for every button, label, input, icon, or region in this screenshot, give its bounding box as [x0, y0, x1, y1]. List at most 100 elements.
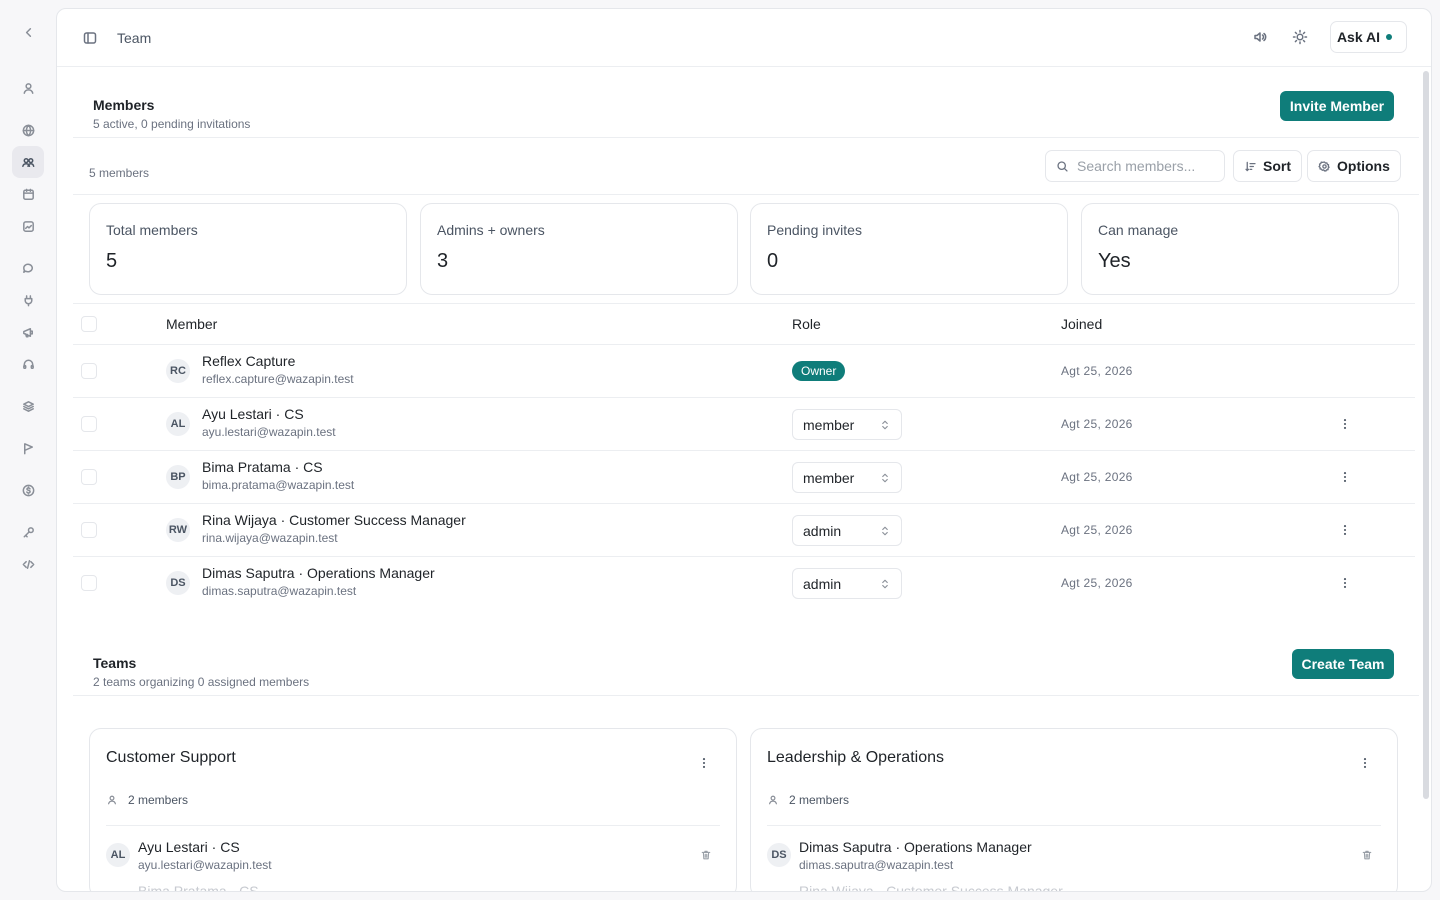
sort-button[interactable]: Sort: [1233, 150, 1302, 182]
team-member-name: Dimas Saputra · Operations Manager: [799, 839, 1032, 855]
team-member-name: Ayu Lestari · CS: [138, 839, 240, 855]
stat-value: 3: [437, 250, 449, 272]
row-checkbox[interactable]: [81, 363, 97, 379]
billing-icon[interactable]: [12, 474, 44, 506]
sort-label: Sort: [1263, 158, 1291, 174]
member-email: dimas.saputra@wazapin.test: [202, 584, 357, 598]
create-team-button[interactable]: Create Team: [1292, 649, 1394, 679]
role-select[interactable]: admin: [792, 568, 902, 599]
column-header-joined[interactable]: Joined: [1061, 316, 1102, 332]
options-button[interactable]: Options: [1307, 150, 1401, 182]
sidebar-toggle-icon[interactable]: [81, 29, 99, 47]
joined-date: Agt 25, 2026: [1061, 470, 1133, 484]
stat-card-can-manage: Can manage Yes: [1081, 203, 1399, 295]
user-icon: [767, 794, 779, 806]
row-checkbox[interactable]: [81, 522, 97, 538]
row-menu-icon[interactable]: [1335, 520, 1355, 540]
members-header: Members 5 active, 0 pending invitations: [93, 97, 250, 131]
trash-icon[interactable]: [1361, 849, 1375, 863]
role-select[interactable]: admin: [792, 515, 902, 546]
page-title: Team: [117, 29, 152, 46]
table-row: RW Rina Wijaya · Customer Success Manage…: [73, 504, 1415, 557]
role-value: admin: [803, 575, 842, 592]
role-value: admin: [803, 522, 842, 539]
table-row: BP Bima Pratama · CS bima.pratama@wazapi…: [73, 451, 1415, 504]
megaphone-icon[interactable]: [12, 316, 44, 348]
avatar: DS: [166, 571, 190, 595]
members-table: Member Role Joined RC Reflex Capture ref…: [73, 303, 1415, 610]
layers-icon[interactable]: [12, 390, 44, 422]
joined-date: Agt 25, 2026: [1061, 523, 1133, 537]
role-select[interactable]: member: [792, 409, 902, 440]
ask-ai-button[interactable]: Ask AI: [1329, 21, 1407, 53]
row-menu-icon[interactable]: [1335, 414, 1355, 434]
row-menu-icon[interactable]: [1335, 573, 1355, 593]
team-name: Customer Support: [106, 749, 236, 766]
avatar: RC: [166, 359, 190, 383]
trash-icon[interactable]: [700, 849, 714, 863]
role-value: member: [803, 416, 855, 433]
user-icon: [106, 794, 118, 806]
sort-icon: [1244, 160, 1257, 173]
divider: [73, 137, 1419, 138]
stat-label: Admins + owners: [437, 222, 545, 238]
chevron-left-icon[interactable]: [12, 16, 44, 48]
analytics-icon[interactable]: [12, 210, 44, 242]
team-card-customer-support: Customer Support 2 members AL Ayu Lestar…: [89, 728, 737, 891]
select-all-checkbox[interactable]: [81, 316, 97, 332]
avatar: BP: [166, 465, 190, 489]
main-panel: Team Ask AI Members 5 active, 0 pending …: [56, 8, 1432, 892]
member-name: Reflex Capture: [202, 353, 296, 369]
member-email: reflex.capture@wazapin.test: [202, 372, 354, 386]
chat-icon[interactable]: [12, 252, 44, 284]
divider: [767, 825, 1381, 826]
team-icon[interactable]: [12, 146, 44, 178]
top-bar: Team Ask AI: [57, 9, 1431, 67]
column-header-member[interactable]: Member: [166, 316, 217, 332]
code-icon[interactable]: [12, 548, 44, 580]
row-checkbox[interactable]: [81, 575, 97, 591]
row-menu-icon[interactable]: [1335, 467, 1355, 487]
chevron-up-down-icon: [879, 525, 891, 537]
speaker-icon[interactable]: [1250, 27, 1270, 47]
member-name: Rina Wijaya · Customer Success Manager: [202, 512, 466, 528]
row-checkbox[interactable]: [81, 469, 97, 485]
headset-icon[interactable]: [12, 348, 44, 380]
team-menu-icon[interactable]: [1355, 753, 1375, 773]
row-checkbox[interactable]: [81, 416, 97, 432]
team-member-count: 2 members: [106, 793, 188, 807]
column-header-role[interactable]: Role: [792, 316, 821, 332]
stat-label: Can manage: [1098, 222, 1179, 238]
scrollbar[interactable]: [1423, 71, 1429, 799]
member-name: Dimas Saputra · Operations Manager: [202, 565, 435, 581]
calendar-icon[interactable]: [12, 178, 44, 210]
stat-label: Total members: [106, 222, 198, 238]
table-header: Member Role Joined: [73, 303, 1415, 345]
team-count-label: 2 members: [128, 793, 189, 807]
content-area: Members 5 active, 0 pending invitations …: [57, 67, 1419, 892]
owner-badge: Owner: [792, 361, 846, 381]
member-count: 5 members: [89, 166, 150, 180]
search-members-field[interactable]: Search members...: [1045, 150, 1225, 182]
flag-icon[interactable]: [12, 432, 44, 464]
plug-icon[interactable]: [12, 284, 44, 316]
role-select[interactable]: member: [792, 462, 902, 493]
table-row: AL Ayu Lestari · CS ayu.lestari@wazapin.…: [73, 398, 1415, 451]
team-member-email: dimas.saputra@wazapin.test: [799, 858, 954, 872]
chevron-up-down-icon: [879, 578, 891, 590]
team-name: Leadership & Operations: [767, 749, 944, 766]
stat-value: Yes: [1098, 250, 1131, 272]
avatar: DS: [767, 843, 791, 867]
globe-icon[interactable]: [12, 114, 44, 146]
members-subtitle: 5 active, 0 pending invitations: [93, 117, 251, 131]
user-icon[interactable]: [12, 72, 44, 104]
avatar: RW: [166, 518, 190, 542]
stat-card-pending-invites: Pending invites 0: [750, 203, 1068, 295]
search-input[interactable]: Search members...: [1077, 158, 1195, 174]
invite-member-button[interactable]: Invite Member: [1280, 91, 1394, 121]
key-icon[interactable]: [12, 516, 44, 548]
team-menu-icon[interactable]: [694, 753, 714, 773]
team-member-name: Rina Wijaya · Customer Success Manager: [799, 883, 1063, 892]
avatar: AL: [166, 412, 190, 436]
sun-icon[interactable]: [1290, 27, 1310, 47]
